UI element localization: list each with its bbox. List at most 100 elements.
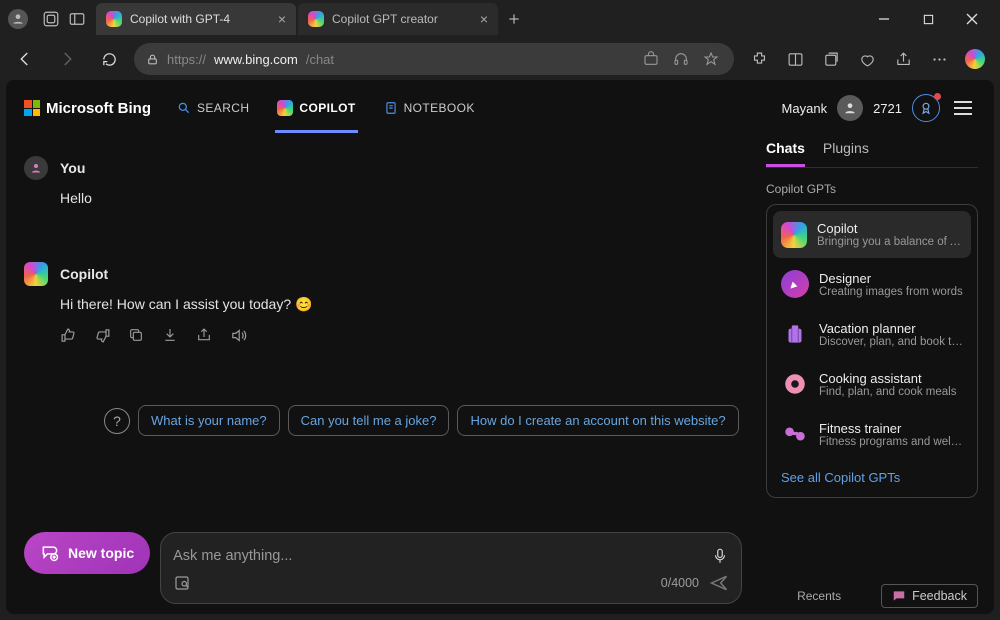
browser-tab[interactable]: Copilot GPT creator × [298,3,498,35]
chat-column: You Hello Copilot Hi there! How can I as… [6,136,758,614]
recents-label: Recents [797,589,841,603]
heart-icon[interactable] [850,42,884,76]
thumbs-up-icon[interactable] [58,325,78,345]
copy-icon[interactable] [126,325,146,345]
gpt-list: CopilotBringing you a balance of AI a De… [766,204,978,498]
lock-icon [146,53,159,66]
designer-icon [781,270,809,298]
suitcase-icon [781,320,809,348]
gpt-name: Fitness trainer [819,421,963,436]
gpt-name: Cooking assistant [819,371,956,386]
image-search-icon[interactable] [173,574,191,592]
gpt-name: Copilot [817,221,963,236]
suggestion-chip[interactable]: What is your name? [138,405,280,436]
user-name: Mayank [782,101,828,116]
copilot-sidebar-icon[interactable] [958,42,992,76]
back-button[interactable] [8,42,42,76]
forward-button [50,42,84,76]
gpt-desc: Discover, plan, and book trave [819,336,963,348]
nav-search[interactable]: SEARCH [175,95,251,121]
headphones-icon[interactable] [670,51,692,67]
dumbbell-icon [781,420,809,448]
shopping-icon[interactable] [640,51,662,67]
suggestion-chip[interactable]: How do I create an account on this websi… [457,405,738,436]
bing-logo[interactable]: Microsoft Bing [24,100,151,117]
share-icon[interactable] [886,42,920,76]
gpt-desc: Fitness programs and wellne [819,436,963,448]
message-actions [58,325,758,345]
gpt-desc: Bringing you a balance of AI a [817,236,963,248]
close-tab-icon[interactable]: × [278,11,286,27]
gpt-item-designer[interactable]: DesignerCreating images from words [773,260,971,308]
close-tab-icon[interactable]: × [480,11,488,27]
user-avatar-icon [24,156,48,180]
browser-tabs: Copilot with GPT-4 × Copilot GPT creator… [96,3,528,35]
url-input[interactable]: https://www.bing.com/chat [134,43,734,75]
new-topic-button[interactable]: New topic [24,532,150,574]
window-controls [862,4,994,34]
gpt-item-vacation[interactable]: Vacation plannerDiscover, plan, and book… [773,310,971,358]
tab-actions-icon[interactable] [64,6,90,32]
new-topic-label: New topic [68,545,134,561]
rewards-icon[interactable] [912,94,940,122]
refresh-button[interactable] [92,42,126,76]
split-screen-icon[interactable] [778,42,812,76]
feedback-label: Feedback [912,589,967,603]
compose-row: New topic Ask me anything... 0/4000 [24,520,758,614]
gpts-section-label: Copilot GPTs [766,182,978,196]
gpt-name: Designer [819,271,963,286]
copilot-gpt-icon [781,222,807,248]
mic-icon[interactable] [711,547,729,565]
menu-icon[interactable] [950,95,976,121]
more-icon[interactable] [922,42,956,76]
nav-search-label: SEARCH [197,101,249,115]
nav-notebook[interactable]: NOTEBOOK [382,94,477,122]
tab-plugins[interactable]: Plugins [823,140,869,167]
favorite-icon[interactable] [700,51,722,67]
url-path: /chat [306,52,334,67]
toolbar-icons [742,42,992,76]
gpt-item-copilot[interactable]: CopilotBringing you a balance of AI a [773,211,971,258]
thumbs-down-icon[interactable] [92,325,112,345]
user-area: Mayank 2721 [782,94,976,122]
read-aloud-icon[interactable] [228,325,248,345]
tab-chats[interactable]: Chats [766,140,805,167]
url-host: www.bing.com [214,52,298,67]
nav-notebook-label: NOTEBOOK [404,101,475,115]
compose-box[interactable]: Ask me anything... 0/4000 [160,532,742,604]
close-window-button[interactable] [950,4,994,34]
nav-copilot[interactable]: COPILOT [275,83,357,133]
tab-title: Copilot with GPT-4 [130,12,270,26]
collections-icon[interactable] [814,42,848,76]
gpt-item-cooking[interactable]: Cooking assistantFind, plan, and cook me… [773,360,971,408]
extensions-icon[interactable] [742,42,776,76]
char-counter: 0/4000 [661,576,699,590]
profile-icon[interactable] [8,9,28,29]
suggestion-chip[interactable]: Can you tell me a joke? [288,405,450,436]
page-content: Microsoft Bing SEARCH COPILOT NOTEBOOK M… [6,80,994,614]
gpt-item-fitness[interactable]: Fitness trainerFitness programs and well… [773,410,971,458]
address-bar: https://www.bing.com/chat [0,38,1000,80]
share-message-icon[interactable] [194,325,214,345]
user-message: You Hello [24,156,758,206]
workspaces-icon[interactable] [38,6,64,32]
gpt-name: Vacation planner [819,321,963,336]
side-tabs: Chats Plugins [766,136,978,167]
window-titlebar: Copilot with GPT-4 × Copilot GPT creator… [0,0,1000,38]
new-tab-button[interactable] [500,3,528,35]
bot-message-text: Hi there! How can I assist you today? 😊 [60,296,758,313]
avatar[interactable] [837,95,863,121]
bing-header: Microsoft Bing SEARCH COPILOT NOTEBOOK M… [6,80,994,136]
minimize-button[interactable] [862,4,906,34]
copilot-favicon-icon [106,11,122,27]
feedback-button[interactable]: Feedback [881,584,978,608]
send-icon[interactable] [709,573,729,593]
browser-tab-active[interactable]: Copilot with GPT-4 × [96,3,296,35]
gpt-desc: Creating images from words [819,286,963,298]
nav-copilot-label: COPILOT [299,101,355,115]
download-icon[interactable] [160,325,180,345]
question-icon: ? [104,408,130,434]
maximize-button[interactable] [906,4,950,34]
copilot-avatar-icon [24,262,48,286]
see-all-gpts-link[interactable]: See all Copilot GPTs [773,460,971,491]
